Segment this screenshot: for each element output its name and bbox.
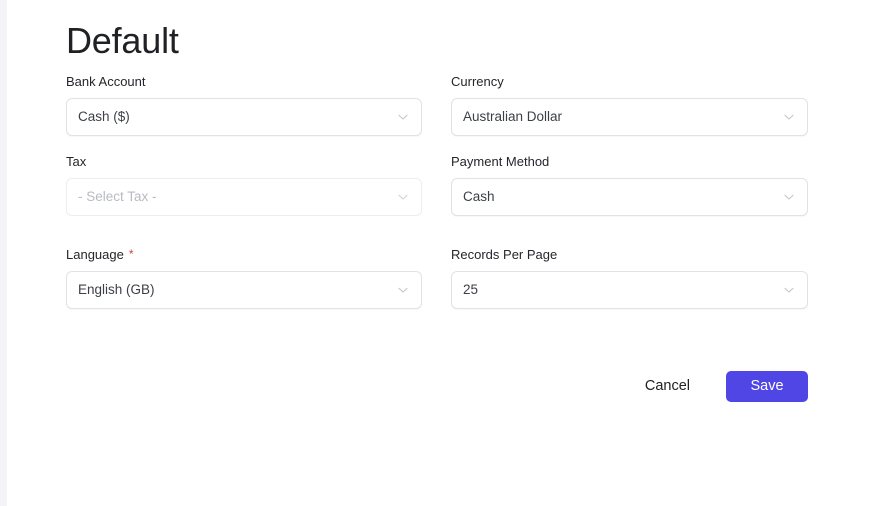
language-select[interactable]: English (GB) bbox=[66, 271, 422, 309]
chevron-down-icon bbox=[397, 191, 409, 203]
payment-method-select-value: Cash bbox=[463, 189, 495, 204]
field-label-records-per-page: Records Per Page bbox=[451, 247, 558, 262]
field-label-currency: Currency bbox=[451, 74, 504, 89]
page-content: Default Bank Account Cash ($) Currency A… bbox=[66, 0, 808, 402]
records-per-page-select-value: 25 bbox=[463, 282, 479, 297]
field-tax: Tax - Select Tax - bbox=[66, 154, 422, 216]
currency-select[interactable]: Australian Dollar bbox=[451, 98, 808, 136]
records-per-page-select[interactable]: 25 bbox=[451, 271, 808, 309]
chevron-down-icon bbox=[783, 191, 795, 203]
field-payment-method: Payment Method Cash bbox=[451, 154, 808, 216]
field-label-language: Language * bbox=[66, 247, 422, 263]
tax-select-value: - Select Tax - bbox=[78, 189, 157, 204]
form-actions: Cancel Save bbox=[66, 371, 808, 402]
tax-select[interactable]: - Select Tax - bbox=[66, 178, 422, 216]
field-label-bank-account: Bank Account bbox=[66, 74, 146, 89]
field-label-language-text: Language bbox=[66, 247, 124, 262]
left-edge-strip bbox=[0, 0, 7, 506]
field-records-per-page: Records Per Page 25 bbox=[451, 247, 808, 309]
field-currency: Currency Australian Dollar bbox=[451, 74, 808, 136]
page-title: Default bbox=[66, 20, 179, 61]
settings-default-screen: Default Bank Account Cash ($) Currency A… bbox=[0, 0, 876, 506]
chevron-down-icon bbox=[783, 284, 795, 296]
chevron-down-icon bbox=[783, 111, 795, 123]
payment-method-select[interactable]: Cash bbox=[451, 178, 808, 216]
field-label-payment-method: Payment Method bbox=[451, 154, 550, 169]
field-bank-account: Bank Account Cash ($) bbox=[66, 74, 422, 136]
required-asterisk: * bbox=[128, 247, 134, 261]
cancel-button[interactable]: Cancel bbox=[641, 371, 694, 402]
currency-select-value: Australian Dollar bbox=[463, 109, 563, 124]
field-language: Language * English (GB) bbox=[66, 247, 422, 309]
save-button[interactable]: Save bbox=[726, 371, 808, 402]
bank-account-select[interactable]: Cash ($) bbox=[66, 98, 422, 136]
bank-account-select-value: Cash ($) bbox=[78, 109, 130, 124]
chevron-down-icon bbox=[397, 284, 409, 296]
settings-form: Bank Account Cash ($) Currency Australia… bbox=[66, 74, 808, 309]
language-select-value: English (GB) bbox=[78, 282, 155, 297]
chevron-down-icon bbox=[397, 111, 409, 123]
field-label-tax: Tax bbox=[66, 154, 87, 169]
